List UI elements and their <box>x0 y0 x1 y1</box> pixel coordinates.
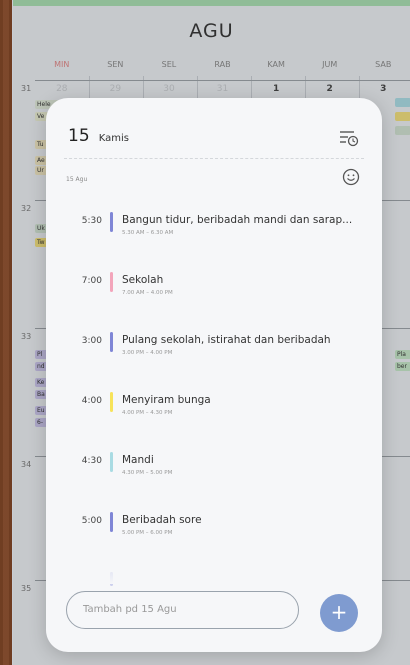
add-event-input[interactable]: Tambah pd 15 Agu <box>66 591 299 629</box>
event-time: 3:00 <box>81 336 102 346</box>
event-time: 4:30 <box>81 456 102 466</box>
event-item[interactable]: 5:30 Bangun tidur, beribadah mandi dan s… <box>46 208 382 248</box>
event-title: Menyiram bunga <box>122 394 211 406</box>
event-color-bar <box>110 272 113 292</box>
event-title: Pulang sekolah, istirahat dan beribadah <box>122 334 331 346</box>
event-time-range: 5.00 PM – 6.00 PM <box>122 530 173 536</box>
list-fade <box>46 554 382 584</box>
event-title: Bangun tidur, beribadah mandi dan sarap.… <box>122 214 353 226</box>
event-item[interactable]: 7:00 Sekolah 7.00 AM – 4.00 PM <box>46 268 382 308</box>
event-time-range: 3.00 PM – 4.00 PM <box>122 350 173 356</box>
event-title: Beribadah sore <box>122 514 202 526</box>
event-title: Mandi <box>122 454 154 466</box>
day-detail-popup: 15 Kamis 15 Agu 5:30 Bangun tidur, berib… <box>46 98 382 652</box>
header-divider <box>64 158 364 159</box>
popup-day-number: 15 <box>68 126 90 146</box>
event-time-range: 4.30 PM – 5.00 PM <box>122 470 173 476</box>
event-time: 5:00 <box>81 516 102 526</box>
event-color-bar <box>110 512 113 532</box>
add-event-button[interactable]: + <box>320 594 358 632</box>
event-time: 4:00 <box>81 396 102 406</box>
filter-clock-icon[interactable] <box>338 128 360 148</box>
event-title: Sekolah <box>122 274 164 286</box>
event-time-range: 4.00 PM – 4.30 PM <box>122 410 173 416</box>
popup-header: 15 Kamis <box>68 126 360 150</box>
event-time-range: 5.30 AM – 6.30 AM <box>122 230 174 236</box>
popup-weekday: Kamis <box>98 133 129 144</box>
event-item[interactable]: 3:00 Pulang sekolah, istirahat dan berib… <box>46 328 382 368</box>
event-color-bar <box>110 212 113 232</box>
event-color-bar <box>110 332 113 352</box>
event-color-bar <box>110 392 113 412</box>
event-time: 7:00 <box>81 276 102 286</box>
event-color-bar <box>110 452 113 472</box>
event-item[interactable]: 5:00 Beribadah sore 5.00 PM – 6.00 PM <box>46 508 382 548</box>
event-time: 5:30 <box>81 216 102 226</box>
popup-sub-date: 15 Agu <box>66 176 88 183</box>
smiley-icon[interactable] <box>342 168 360 186</box>
event-item[interactable]: 4:30 Mandi 4.30 PM – 5.00 PM <box>46 448 382 488</box>
event-time-range: 7.00 AM – 4.00 PM <box>122 290 173 296</box>
event-item[interactable]: 4:00 Menyiram bunga 4.00 PM – 4.30 PM <box>46 388 382 428</box>
